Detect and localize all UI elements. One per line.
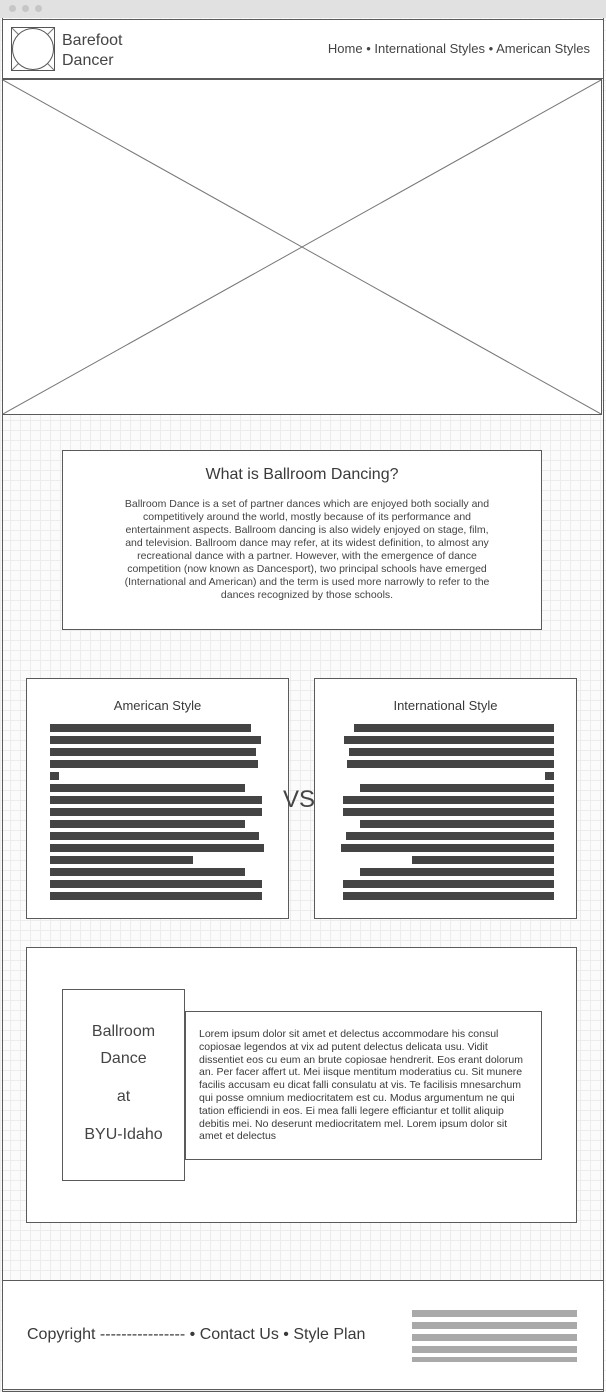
- logo-icon[interactable]: [11, 27, 55, 71]
- copyright-text: Copyright ----------------: [27, 1326, 186, 1343]
- byu-title: Ballroom Dance at BYU-Idaho: [62, 1018, 185, 1148]
- text-placeholder-line: [354, 724, 554, 732]
- text-placeholder-line: [50, 736, 261, 744]
- footer-separator: •: [283, 1326, 289, 1343]
- footer-text-placeholder-line: [412, 1346, 577, 1353]
- text-placeholder-line: [50, 724, 251, 732]
- american-style-title: American Style: [113, 698, 202, 713]
- brand-line-1: Barefoot: [62, 32, 123, 49]
- text-placeholder-line: [341, 844, 554, 852]
- text-placeholder-line: [343, 892, 554, 900]
- text-placeholder-line: [50, 808, 262, 816]
- footer-text-placeholder-line: [412, 1357, 577, 1362]
- footer-link-contact-us[interactable]: Contact Us: [200, 1326, 279, 1343]
- nav-link-home[interactable]: Home: [328, 41, 363, 56]
- nav-link-american-styles[interactable]: American Styles: [496, 41, 590, 56]
- brand-name[interactable]: Barefoot Dancer: [62, 31, 122, 71]
- window-dot-icon: [9, 5, 16, 12]
- byu-title-line: Ballroom: [91, 1023, 156, 1040]
- text-placeholder-line: [346, 832, 554, 840]
- text-placeholder-line: [344, 736, 554, 744]
- text-placeholder-line: [349, 748, 554, 756]
- text-placeholder-line: [50, 748, 256, 756]
- image-placeholder-icon: [2, 79, 602, 415]
- text-placeholder-line: [50, 760, 258, 768]
- byu-title-line: at: [116, 1088, 131, 1105]
- window-dot-icon: [35, 5, 42, 12]
- brand-line-2: Dancer: [62, 52, 114, 69]
- international-style-title: International Style: [393, 698, 498, 713]
- text-placeholder-line: [343, 796, 554, 804]
- text-placeholder-line: [50, 772, 59, 780]
- text-placeholder-line: [343, 808, 554, 816]
- text-placeholder-line: [50, 832, 259, 840]
- vs-label: VS: [283, 786, 316, 813]
- footer-link-style-plan[interactable]: Style Plan: [293, 1326, 365, 1343]
- text-placeholder-line: [360, 784, 554, 792]
- footer-separator: •: [189, 1326, 196, 1343]
- intro-title: What is Ballroom Dancing?: [205, 466, 399, 483]
- footer-text-placeholder-line: [412, 1310, 577, 1317]
- byu-title-line: BYU-Idaho: [84, 1126, 163, 1143]
- footer-text-placeholder-line: [412, 1322, 577, 1329]
- byu-body-text: Lorem ipsum dolor sit amet et delectus a…: [199, 1028, 523, 1143]
- text-placeholder-line: [50, 892, 262, 900]
- window-chrome: [0, 0, 606, 18]
- text-placeholder-line: [50, 856, 193, 864]
- text-placeholder-line: [50, 796, 262, 804]
- nav-link-international-styles[interactable]: International Styles: [374, 41, 485, 56]
- text-placeholder-line: [360, 820, 554, 828]
- text-placeholder-line: [343, 880, 554, 888]
- text-placeholder-line: [50, 784, 245, 792]
- text-placeholder-line: [50, 868, 245, 876]
- footer-text-placeholder-line: [412, 1334, 577, 1341]
- nav-separator: •: [488, 41, 494, 56]
- main-nav: Home • International Styles • American S…: [328, 41, 590, 56]
- text-placeholder-line: [347, 760, 554, 768]
- nav-separator: •: [366, 41, 371, 56]
- text-placeholder-line: [412, 856, 554, 864]
- window-dot-icon: [22, 5, 29, 12]
- text-placeholder-line: [50, 820, 245, 828]
- text-placeholder-line: [50, 880, 262, 888]
- text-placeholder-line: [50, 844, 264, 852]
- text-placeholder-line: [545, 772, 554, 780]
- byu-title-line: Dance: [100, 1050, 147, 1067]
- intro-body: Ballroom Dance is a set of partner dance…: [124, 498, 490, 601]
- footer-links: Copyright ---------------- • Contact Us …: [27, 1326, 365, 1344]
- hero-image: [2, 79, 602, 415]
- text-placeholder-line: [360, 868, 554, 876]
